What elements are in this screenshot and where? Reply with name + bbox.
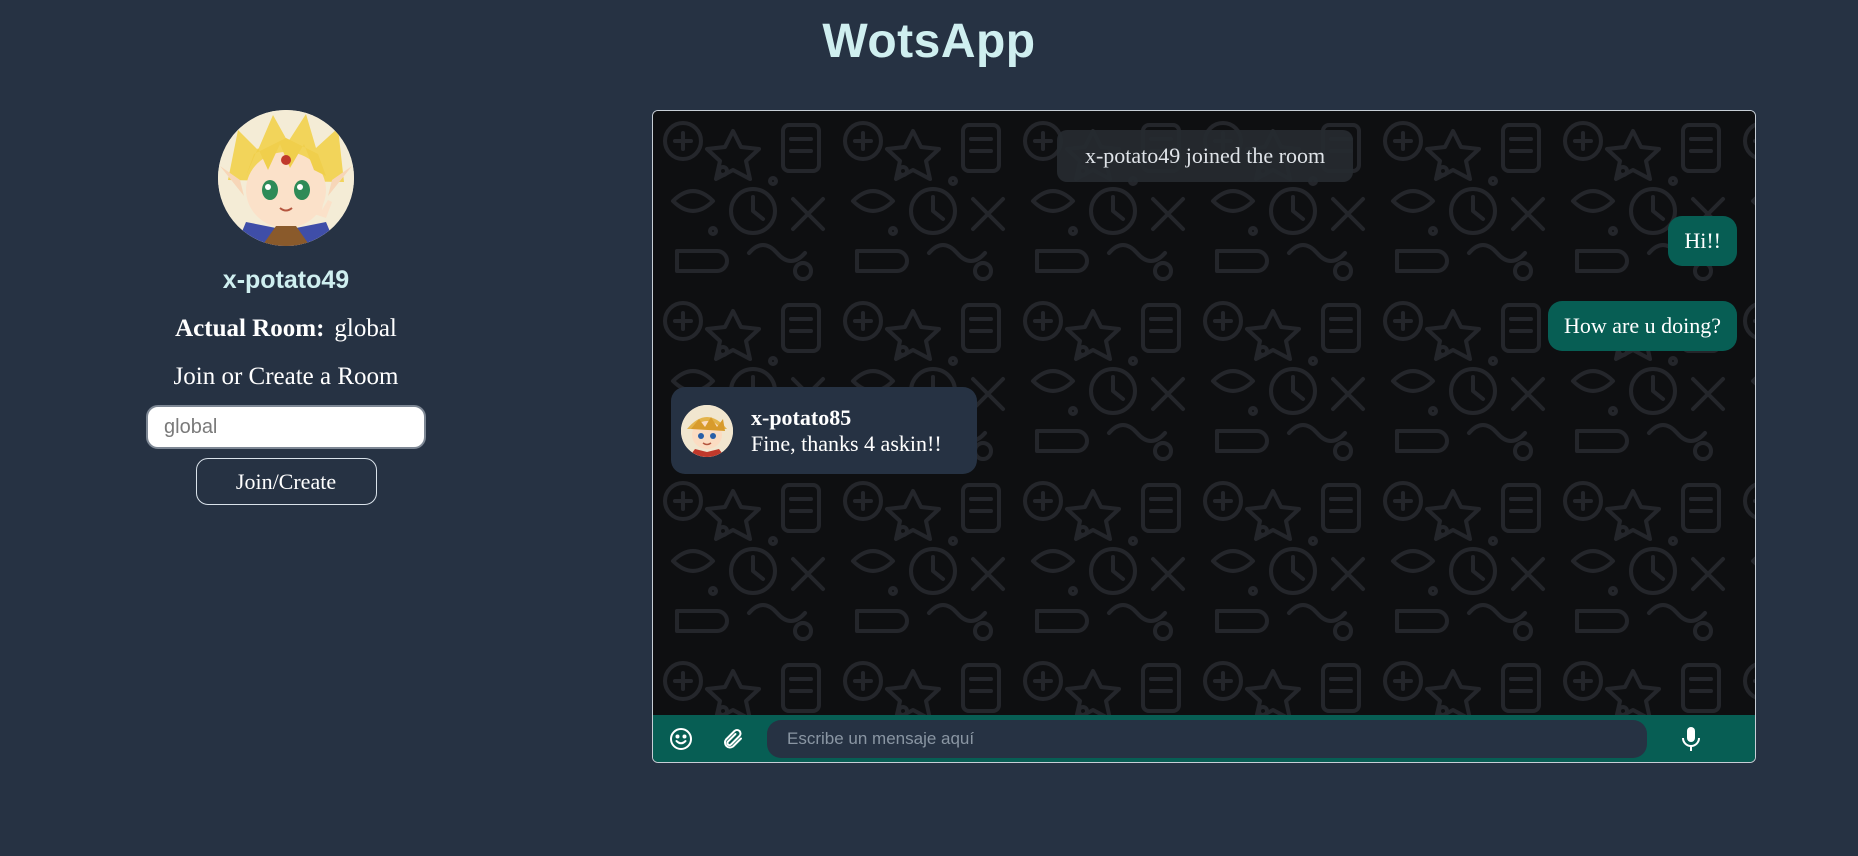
message-list: x-potato49 joined the room Hi!! How are … bbox=[653, 111, 1755, 715]
incoming-message: x-potato85 Fine, thanks 4 askin!! bbox=[671, 387, 977, 474]
paperclip-icon[interactable] bbox=[719, 725, 747, 753]
app-title: WotsApp bbox=[822, 15, 1036, 68]
message-text: Fine, thanks 4 askin!! bbox=[751, 430, 942, 456]
profile-sidebar: x-potato49 Actual Room: global Join or C… bbox=[136, 110, 436, 505]
user-avatar bbox=[218, 110, 354, 246]
join-room-prompt: Join or Create a Room bbox=[173, 363, 399, 390]
current-room: Actual Room: global bbox=[175, 315, 397, 343]
room-name-input[interactable] bbox=[146, 405, 426, 449]
system-message: x-potato49 joined the room bbox=[1057, 130, 1353, 182]
sender-avatar bbox=[681, 404, 733, 457]
join-create-button[interactable]: Join/Create bbox=[195, 458, 377, 505]
chat-panel: x-potato49 joined the room Hi!! How are … bbox=[652, 110, 1756, 763]
message-input[interactable] bbox=[767, 719, 1647, 758]
message-composer bbox=[653, 715, 1755, 762]
emoji-icon[interactable] bbox=[667, 725, 695, 753]
outgoing-message: Hi!! bbox=[1668, 216, 1737, 266]
outgoing-message: How are u doing? bbox=[1547, 301, 1737, 351]
username: x-potato49 bbox=[222, 266, 350, 294]
current-room-value: global bbox=[334, 315, 397, 342]
current-room-label: Actual Room: bbox=[175, 315, 325, 342]
sender-name: x-potato85 bbox=[751, 404, 852, 430]
microphone-icon[interactable] bbox=[1677, 725, 1705, 753]
